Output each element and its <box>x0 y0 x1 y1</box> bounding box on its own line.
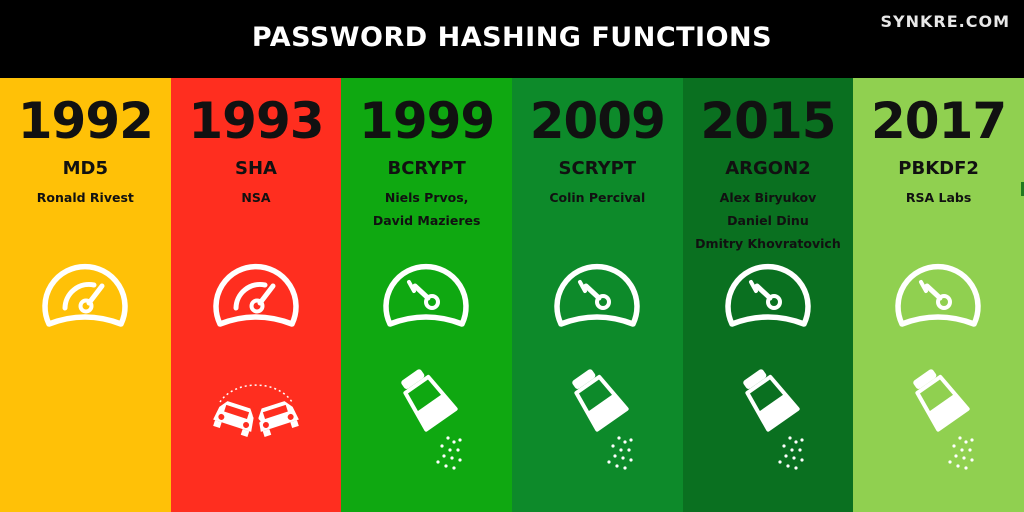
author-line: RSA Labs <box>905 190 972 205</box>
author-line: Ronald Rivest <box>36 190 134 205</box>
gauge-high-speed-icon <box>206 254 306 334</box>
gauge-low-speed-icon <box>376 254 476 334</box>
gauge-high-speed-icon <box>35 254 135 334</box>
author-list: NSA <box>171 186 342 209</box>
column-argon2: 2015 ARGON2 Alex Biryukov Daniel Dinu Dm… <box>682 78 854 512</box>
page-title: PASSWORD HASHING FUNCTIONS <box>251 22 773 53</box>
author-line: Niels Prvos, <box>384 190 469 205</box>
author-line: Alex Biryukov <box>719 190 817 205</box>
author-line: Daniel Dinu <box>727 213 809 228</box>
salt-shaker-icon <box>376 368 476 478</box>
year-label: 1993 <box>188 92 324 150</box>
year-label: 1992 <box>17 92 154 150</box>
edge-marker <box>1020 182 1024 196</box>
author-line: Colin Percival <box>549 190 646 205</box>
year-label: 2017 <box>871 92 1007 150</box>
algorithm-name: PBKDF2 <box>898 158 979 179</box>
author-list: Alex Biryukov Daniel Dinu Dmitry Khovrat… <box>683 186 854 255</box>
author-list: Colin Percival <box>512 186 683 209</box>
author-line: NSA <box>241 190 271 205</box>
header-bar: PASSWORD HASHING FUNCTIONS SYNKRE.COM <box>0 0 1024 78</box>
timeline-columns: 1992 MD5 Ronald Rivest 1993 SHA NSA 1999… <box>0 78 1024 512</box>
author-line: Dmitry Khovratovich <box>695 236 841 251</box>
gauge-low-speed-icon <box>888 254 988 334</box>
author-list: Ronald Rivest <box>0 186 171 209</box>
column-scrypt: 2009 SCRYPT Colin Percival <box>511 78 683 512</box>
gauge-low-speed-icon <box>718 254 818 334</box>
year-label: 1999 <box>359 92 495 150</box>
year-label: 2015 <box>700 92 836 150</box>
year-label: 2009 <box>529 92 666 150</box>
algorithm-name: BCRYPT <box>387 158 466 179</box>
algorithm-name: SCRYPT <box>558 158 637 179</box>
algorithm-name: SHA <box>235 158 277 179</box>
gauge-low-speed-icon <box>547 254 647 334</box>
car-crash-icon <box>206 368 306 478</box>
salt-shaker-icon <box>718 368 818 478</box>
author-list: RSA Labs <box>853 186 1024 209</box>
salt-shaker-icon <box>888 368 988 478</box>
brand-watermark: SYNKRE.COM <box>880 12 1010 31</box>
column-pbkdf2: 2017 PBKDF2 RSA Labs <box>853 78 1024 512</box>
column-sha: 1993 SHA NSA <box>170 78 342 512</box>
column-md5: 1992 MD5 Ronald Rivest <box>0 78 171 512</box>
algorithm-name: ARGON2 <box>725 158 811 179</box>
salt-shaker-icon <box>547 368 647 478</box>
column-bcrypt: 1999 BCRYPT Niels Prvos, David Mazieres <box>341 78 512 512</box>
algorithm-name: MD5 <box>62 158 109 179</box>
author-list: Niels Prvos, David Mazieres <box>341 186 512 232</box>
author-line: David Mazieres <box>372 213 481 228</box>
